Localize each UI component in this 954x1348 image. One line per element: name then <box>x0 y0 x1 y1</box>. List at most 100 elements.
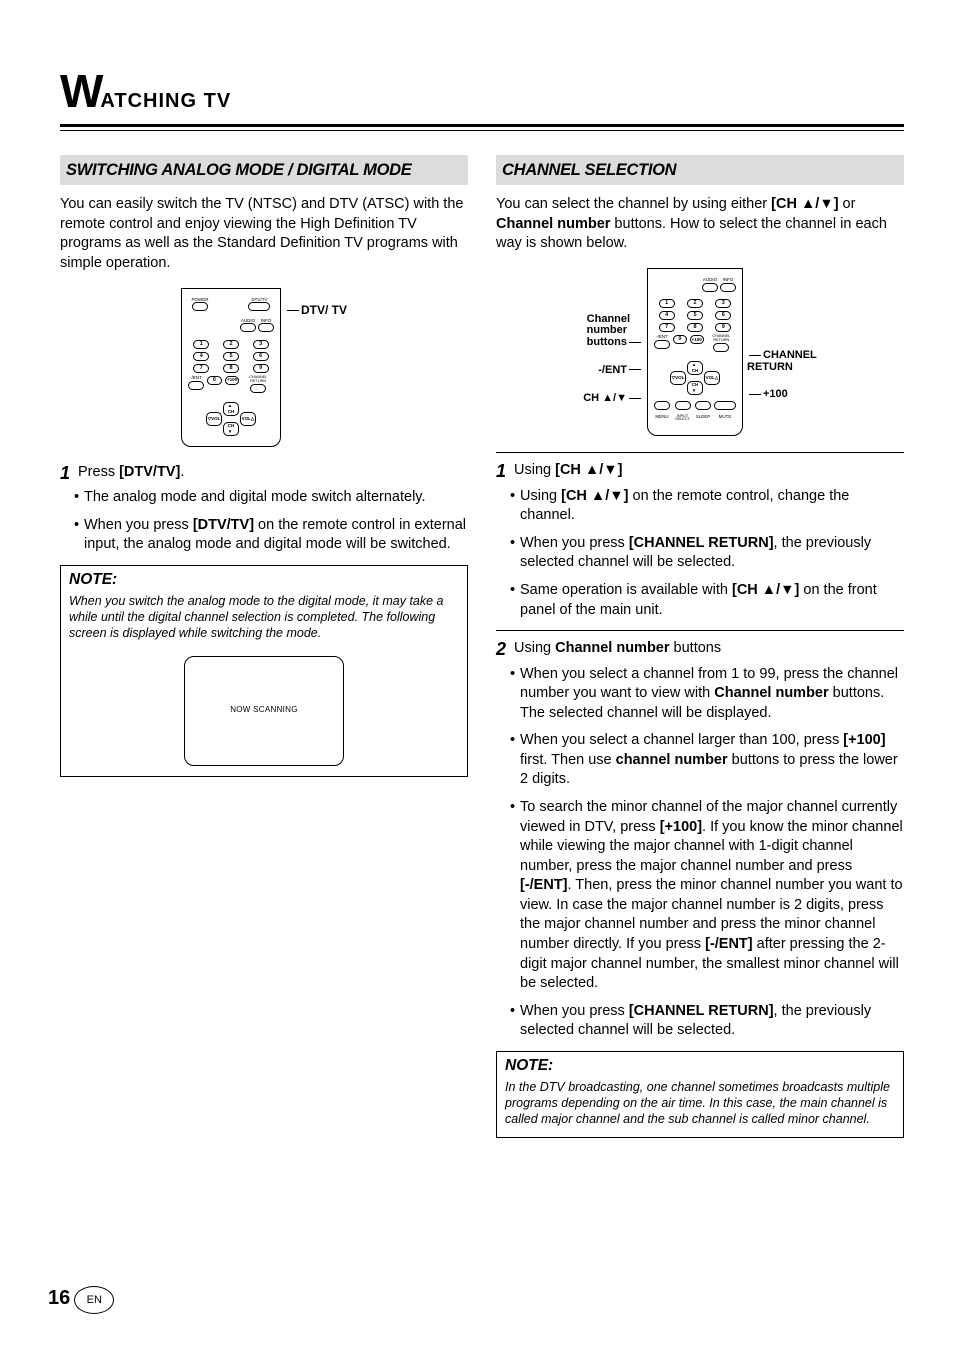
dpad-icon: ▲CH CH▼ ▽VOL VOL△ <box>670 361 720 395</box>
digit-6-icon: 6 <box>253 352 269 361</box>
ch-down-icon: CH▼ <box>223 422 239 436</box>
page-number: 16 <box>48 1285 70 1312</box>
list-item: When you press [DTV/TV] on the remote co… <box>74 516 468 555</box>
right-s2-bullets: When you select a channel from 1 to 99, … <box>496 665 904 1041</box>
digit-8-icon: 8 <box>687 323 703 332</box>
ent-button-icon <box>654 340 670 349</box>
intro-text: You can select the channel by using eith… <box>496 196 771 212</box>
digit-4-icon: 4 <box>659 311 675 320</box>
info-label: INFO <box>720 278 736 283</box>
list-item: When you select a channel larger than 10… <box>510 731 904 790</box>
info-button-icon <box>258 323 274 332</box>
step-text: Press <box>78 464 119 480</box>
digit-1-icon: 1 <box>659 299 675 308</box>
plus100-button-icon: +100 <box>690 335 704 344</box>
language-text: EN <box>87 1293 102 1308</box>
left-callouts: Channel number buttons -/ENT CH ▲/▼ <box>583 314 643 406</box>
input-button-icon <box>675 401 691 410</box>
digit-1-icon: 1 <box>193 340 209 349</box>
info-button-icon <box>720 283 736 292</box>
digit-4-icon: 4 <box>193 352 209 361</box>
digit-5-icon: 5 <box>687 311 703 320</box>
digit-9-icon: 9 <box>253 364 269 373</box>
dtvtv-key: [DTV/TV] <box>119 464 180 480</box>
list-item: When you press [CHANNEL RETURN], the pre… <box>510 534 904 573</box>
left-note: NOTE: When you switch the analog mode to… <box>60 565 468 777</box>
digit-9-icon: 9 <box>715 323 731 332</box>
sleep-button-icon <box>695 401 711 410</box>
step-text: buttons <box>670 640 722 656</box>
scanning-text: NOW SCANNING <box>230 705 298 716</box>
bullet-text: The analog mode and digital mode switch … <box>84 489 426 505</box>
audio-button-icon <box>240 323 256 332</box>
divider-icon <box>496 452 904 453</box>
left-heading: SWITCHING ANALOG MODE / DIGITAL MODE <box>60 155 468 185</box>
chret-label: CHANNEL RETURN <box>707 335 736 343</box>
menu-label: MENU <box>654 415 670 420</box>
digit-0-icon: 0 <box>207 376 222 385</box>
divider-icon <box>496 630 904 631</box>
ent-button-icon <box>188 381 204 390</box>
ch-key: [CH ▲/▼] <box>555 462 622 478</box>
left-column: SWITCHING ANALOG MODE / DIGITAL MODE You… <box>60 155 468 1138</box>
list-item: Same operation is available with [CH ▲/▼… <box>510 581 904 620</box>
digit-7-icon: 7 <box>193 364 209 373</box>
mute-button-icon <box>714 401 736 410</box>
note-title: NOTE: <box>69 570 459 591</box>
remote-figure-2: Channel number buttons -/ENT CH ▲/▼ AUDI… <box>496 268 904 436</box>
page-title: WATCHING TV <box>60 60 904 122</box>
sleep-label: SLEEP <box>695 415 711 420</box>
audio-label: AUDIO <box>702 278 718 283</box>
bullet-text: When you press <box>84 517 193 533</box>
step-text-end: . <box>180 464 184 480</box>
chret-label: CHANNEL RETURN <box>242 376 274 384</box>
right-s1-bullets: Using [CH ▲/▼] on the remote control, ch… <box>496 487 904 620</box>
right-callouts: CHANNEL RETURN +100 <box>747 350 817 402</box>
digit-2-icon: 2 <box>687 299 703 308</box>
menu-button-icon <box>654 401 670 410</box>
digit-3-icon: 3 <box>715 299 731 308</box>
remote-body-icon: POWER DTV/TV AUDIO INFO 123 456 789 -/EN… <box>181 288 281 447</box>
step-text: Using <box>514 462 555 478</box>
scanning-screen-icon: NOW SCANNING <box>184 656 344 766</box>
power-button-icon <box>192 302 208 311</box>
p100-callout: +100 <box>747 387 788 402</box>
ch-up-icon: ▲CH <box>687 361 703 375</box>
digit-6-icon: 6 <box>715 311 731 320</box>
step-number: 2 <box>496 639 514 659</box>
chnum-bold: Channel number <box>496 216 610 232</box>
plus100-button-icon: +100 <box>225 376 240 385</box>
ch-down-icon: CH▼ <box>687 381 703 395</box>
dpad-icon: ▲CH CH▼ ▽VOL VOL△ <box>206 402 256 436</box>
note-text: When you switch the analog mode to the d… <box>69 593 459 642</box>
dtvtv-callout: DTV/ TV <box>285 302 347 318</box>
right-step-1: 1 Using [CH ▲/▼] <box>496 461 904 481</box>
list-item: Using [CH ▲/▼] on the remote control, ch… <box>510 487 904 526</box>
chret-button-icon <box>713 343 729 352</box>
dtvtv-key: [DTV/TV] <box>193 517 254 533</box>
page-footer: 16 EN <box>48 1284 114 1312</box>
vol-up-icon: VOL△ <box>704 371 720 385</box>
digit-2-icon: 2 <box>223 340 239 349</box>
list-item: To search the minor channel of the major… <box>510 798 904 994</box>
left-intro: You can easily switch the TV (NTSC) and … <box>60 195 468 273</box>
title-rule-icon <box>60 124 904 131</box>
note-text: In the DTV broadcasting, one channel som… <box>505 1079 895 1128</box>
mute-label: MUTE <box>714 415 736 420</box>
chret-callout: CHANNEL RETURN <box>747 350 817 373</box>
remote-body-icon: AUDIO INFO 123 456 789 -/ENT 0 +100 CHAN… <box>647 268 743 436</box>
cnb-callout: Channel number buttons <box>587 314 643 349</box>
remote-figure-1: POWER DTV/TV AUDIO INFO 123 456 789 -/EN… <box>60 288 468 447</box>
ch-up-icon: ▲CH <box>223 402 239 416</box>
list-item: When you select a channel from 1 to 99, … <box>510 665 904 724</box>
ent-callout: -/ENT <box>598 363 643 378</box>
note-title: NOTE: <box>505 1056 895 1077</box>
left-bullets: The analog mode and digital mode switch … <box>60 488 468 555</box>
right-heading: CHANNEL SELECTION <box>496 155 904 185</box>
ch-key: [CH ▲/▼] <box>771 196 838 212</box>
right-intro: You can select the channel by using eith… <box>496 195 904 254</box>
digit-0-icon: 0 <box>673 335 687 344</box>
step-number: 1 <box>496 461 514 481</box>
list-item: When you press [CHANNEL RETURN], the pre… <box>510 1002 904 1041</box>
chnum-bold: Channel number <box>555 640 669 656</box>
